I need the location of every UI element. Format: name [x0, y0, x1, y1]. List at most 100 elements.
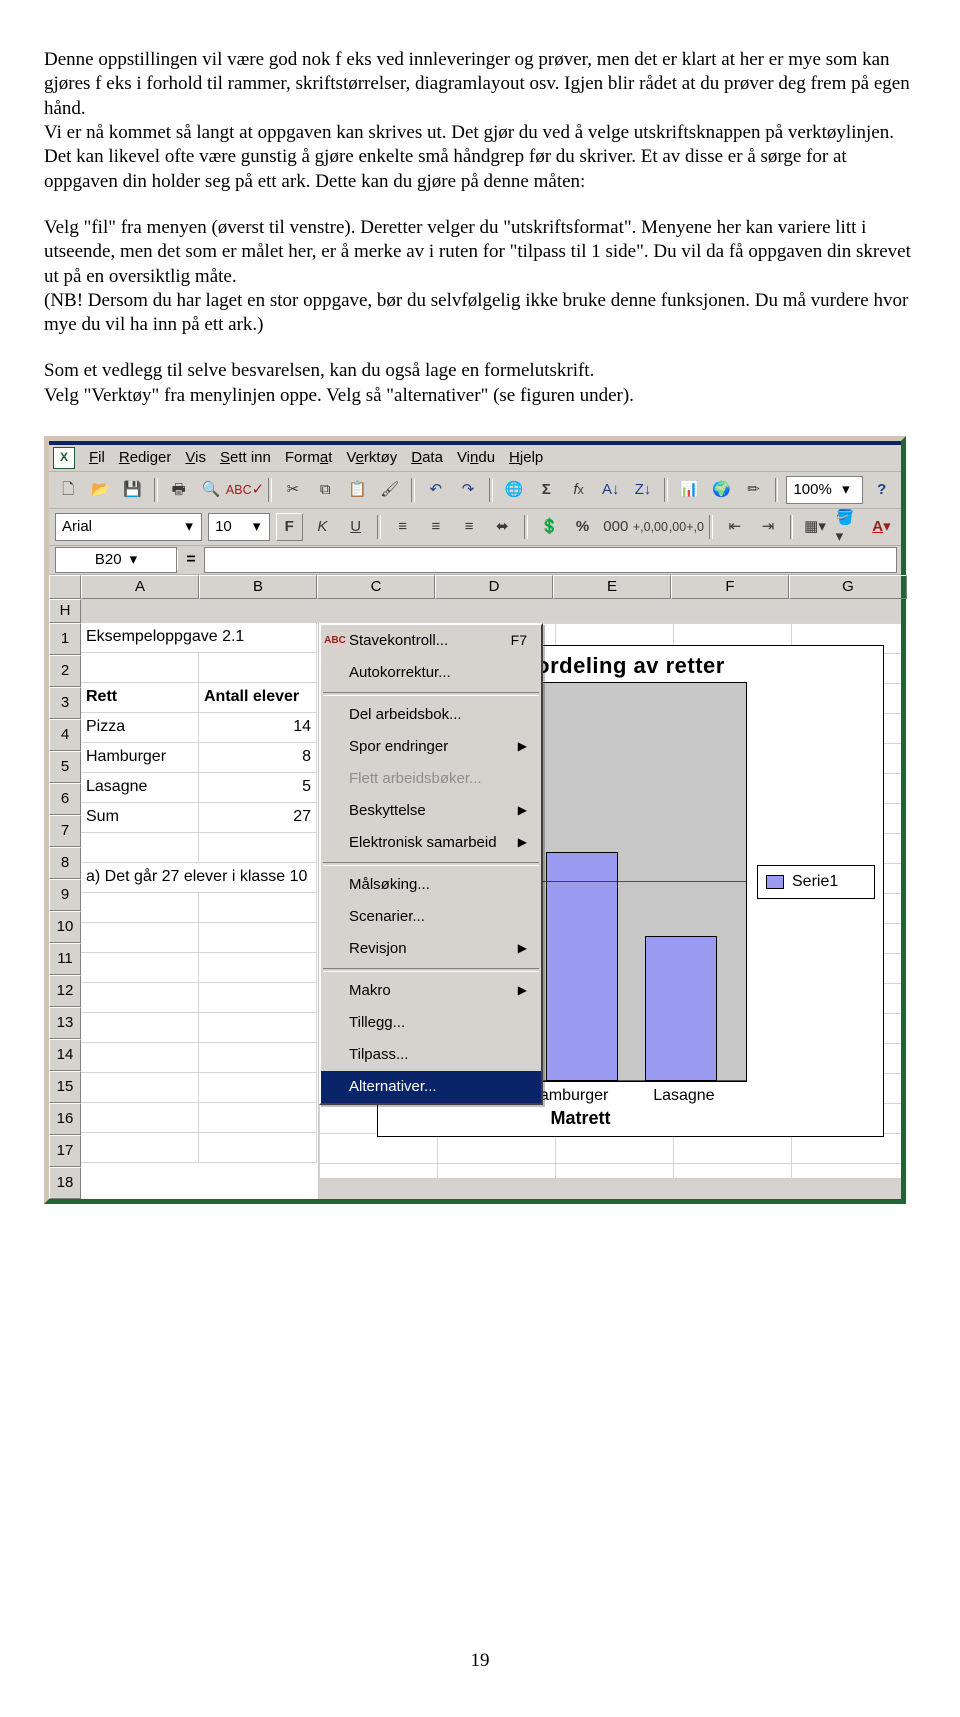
cell-b12[interactable]	[199, 953, 317, 983]
col-header[interactable]: H	[49, 599, 81, 623]
comma-icon[interactable]: 000	[602, 513, 629, 541]
row-header[interactable]: 12	[49, 975, 81, 1007]
col-header[interactable]: B	[199, 575, 317, 599]
cell-a8[interactable]	[81, 833, 199, 863]
cell-a15[interactable]	[81, 1043, 199, 1073]
menu-tillegg[interactable]: Tillegg...	[321, 1007, 541, 1039]
cell-b2[interactable]	[199, 653, 317, 683]
row-header[interactable]: 15	[49, 1071, 81, 1103]
font-select[interactable]: Arial▾	[55, 513, 202, 541]
row-header[interactable]: 18	[49, 1167, 81, 1199]
col-header[interactable]: E	[553, 575, 671, 599]
cell-b15[interactable]	[199, 1043, 317, 1073]
col-header[interactable]: A	[81, 575, 199, 599]
cell-b14[interactable]	[199, 1013, 317, 1043]
save-icon[interactable]: 💾	[120, 476, 146, 504]
underline-icon[interactable]: U	[342, 513, 369, 541]
cell-b13[interactable]	[199, 983, 317, 1013]
cell-a1[interactable]: Eksempeloppgave 2.1	[81, 623, 317, 653]
currency-icon[interactable]: 💲	[536, 513, 563, 541]
menu-makro[interactable]: Makro▶	[321, 975, 541, 1007]
help-icon[interactable]: ?	[869, 476, 895, 504]
menu-scenarier[interactable]: Scenarier...	[321, 901, 541, 933]
cell-a11[interactable]	[81, 923, 199, 953]
fill-color-icon[interactable]: 🪣▾	[835, 513, 862, 541]
menu-malsoking[interactable]: Målsøking...	[321, 869, 541, 901]
cell-b3[interactable]: Antall elever	[199, 683, 317, 713]
cell-b7[interactable]: 27	[199, 803, 317, 833]
open-file-icon[interactable]: 📂	[87, 476, 113, 504]
cell-a18[interactable]	[81, 1133, 199, 1163]
new-file-icon[interactable]: 🗋	[55, 476, 81, 504]
cell-b18[interactable]	[199, 1133, 317, 1163]
cell-a16[interactable]	[81, 1073, 199, 1103]
cell-a12[interactable]	[81, 953, 199, 983]
align-right-icon[interactable]: ≡	[456, 513, 483, 541]
menu-hjelp[interactable]: Hjelp	[509, 448, 543, 467]
sort-asc-icon[interactable]: A↓	[598, 476, 624, 504]
align-center-icon[interactable]: ≡	[422, 513, 449, 541]
cell-a5[interactable]: Hamburger	[81, 743, 199, 773]
menu-spor-endringer[interactable]: Spor endringer▶	[321, 731, 541, 763]
menu-settinn[interactable]: Sett inn	[220, 448, 271, 467]
function-icon[interactable]: fx	[565, 476, 591, 504]
paste-icon[interactable]: 📋	[344, 476, 370, 504]
cell-a10[interactable]	[81, 893, 199, 923]
map-icon[interactable]: 🌍	[708, 476, 734, 504]
menu-autokorrektur[interactable]: Autokorrektur...	[321, 657, 541, 689]
row-header[interactable]: 13	[49, 1007, 81, 1039]
cell-b8[interactable]	[199, 833, 317, 863]
print-preview-icon[interactable]: 🔍	[198, 476, 224, 504]
formula-bar[interactable]	[204, 547, 897, 573]
percent-icon[interactable]: %	[569, 513, 596, 541]
sort-desc-icon[interactable]: Z↓	[630, 476, 656, 504]
row-header[interactable]: 11	[49, 943, 81, 975]
name-box[interactable]: B20▾	[55, 547, 177, 573]
row-header[interactable]: 17	[49, 1135, 81, 1167]
row-header[interactable]: 8	[49, 847, 81, 879]
cell-b6[interactable]: 5	[199, 773, 317, 803]
align-left-icon[interactable]: ≡	[389, 513, 416, 541]
cell-b17[interactable]	[199, 1103, 317, 1133]
print-icon[interactable]: 🖶	[166, 476, 192, 504]
cell-b11[interactable]	[199, 923, 317, 953]
autosum-icon[interactable]: Σ	[533, 476, 559, 504]
borders-icon[interactable]: ▦▾	[801, 513, 828, 541]
col-header[interactable]: F	[671, 575, 789, 599]
spellcheck-icon[interactable]: ABC✓	[230, 476, 260, 504]
row-header[interactable]: 14	[49, 1039, 81, 1071]
cell-b5[interactable]: 8	[199, 743, 317, 773]
col-header[interactable]: D	[435, 575, 553, 599]
font-size-select[interactable]: 10▾	[208, 513, 270, 541]
menu-beskyttelse[interactable]: Beskyttelse▶	[321, 795, 541, 827]
cell-a17[interactable]	[81, 1103, 199, 1133]
menu-revisjon[interactable]: Revisjon▶	[321, 933, 541, 965]
menu-tilpass[interactable]: Tilpass...	[321, 1039, 541, 1071]
row-header[interactable]: 7	[49, 815, 81, 847]
italic-icon[interactable]: K	[309, 513, 336, 541]
formula-equals-icon[interactable]: =	[177, 550, 204, 570]
menu-verktoy[interactable]: Verktøy	[346, 448, 397, 467]
menu-vis[interactable]: Vis	[185, 448, 206, 467]
menu-rediger[interactable]: Rediger	[119, 448, 172, 467]
row-header[interactable]: 5	[49, 751, 81, 783]
menu-stavekontroll[interactable]: ABC Stavekontroll... F7	[321, 625, 541, 657]
row-header[interactable]: 6	[49, 783, 81, 815]
cell-a4[interactable]: Pizza	[81, 713, 199, 743]
cell-columns-right[interactable]: ABC Stavekontroll... F7 Autokorrektur...…	[319, 623, 901, 1178]
chart-wizard-icon[interactable]: 📊	[676, 476, 702, 504]
cell-a13[interactable]	[81, 983, 199, 1013]
menu-elektronisk-samarbeid[interactable]: Elektronisk samarbeid▶	[321, 827, 541, 859]
menu-alternativer[interactable]: Alternativer...	[321, 1071, 541, 1103]
cell-a2[interactable]	[81, 653, 199, 683]
undo-icon[interactable]: ↶	[423, 476, 449, 504]
hyperlink-icon[interactable]: 🌐	[501, 476, 527, 504]
cell-b10[interactable]	[199, 893, 317, 923]
font-color-icon[interactable]: A▾	[868, 513, 895, 541]
cell-a7[interactable]: Sum	[81, 803, 199, 833]
format-painter-icon[interactable]: 🖌	[377, 476, 403, 504]
bold-icon[interactable]: F	[276, 513, 303, 541]
row-header[interactable]: 9	[49, 879, 81, 911]
menu-data[interactable]: Data	[411, 448, 443, 467]
cell-b16[interactable]	[199, 1073, 317, 1103]
